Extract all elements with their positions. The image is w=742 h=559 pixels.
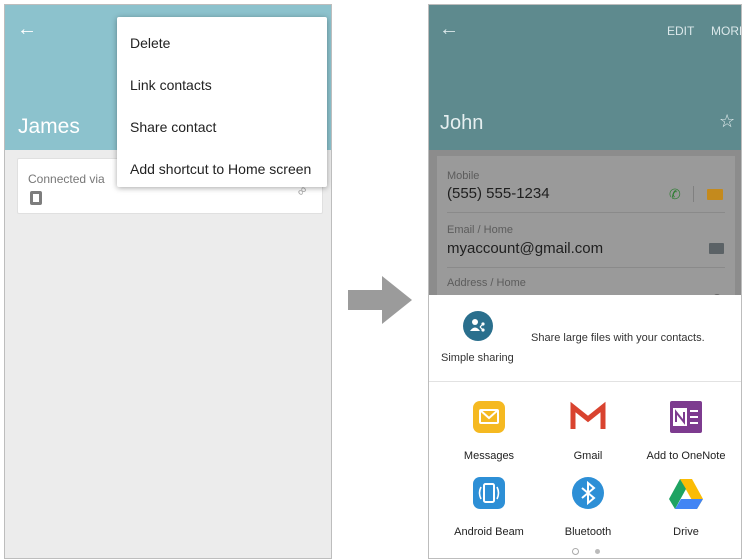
mobile-label: Mobile (447, 170, 480, 182)
app-label: Android Beam (454, 526, 524, 538)
menu-item-share-contact[interactable]: Share contact (117, 106, 327, 148)
app-label: Add to OneNote (646, 450, 726, 462)
page-dot-active[interactable] (572, 548, 579, 555)
app-label: Messages (463, 450, 515, 462)
android-beam-icon (473, 477, 505, 509)
arrow-left-icon[interactable]: ← (17, 19, 37, 39)
email-value[interactable]: myaccount@gmail.com (447, 240, 603, 257)
email-icon[interactable] (709, 243, 724, 254)
app-label: Drive (673, 526, 699, 538)
arrow-left-icon[interactable]: ← (439, 19, 459, 39)
menu-item-delete[interactable]: Delete (117, 22, 327, 64)
overflow-menu: Delete Link contacts Share contact Add s… (117, 17, 327, 187)
app-label: Bluetooth (564, 526, 612, 538)
contact-details-dimmed: Mobile (555) 555-1234 ✆ Email / Home mya… (429, 150, 741, 306)
mobile-value[interactable]: (555) 555-1234 (447, 185, 550, 202)
connected-via-label: Connected via (28, 172, 105, 186)
menu-item-add-shortcut[interactable]: Add shortcut to Home screen (117, 148, 327, 190)
right-phone-screen: ← EDIT MORE John ☆ Mobile (555) 555-1234… (428, 4, 742, 559)
icon-divider (693, 186, 694, 202)
share-target-messages[interactable]: Messages (439, 399, 539, 471)
edit-button[interactable]: EDIT (667, 24, 694, 38)
contact-details-card: Mobile (555) 555-1234 ✆ Email / Home mya… (437, 156, 735, 306)
share-target-drive[interactable]: Drive (636, 475, 736, 547)
more-button[interactable]: MORE (711, 24, 741, 38)
phone-device-icon (30, 191, 42, 205)
menu-item-link-contacts[interactable]: Link contacts (117, 64, 327, 106)
bluetooth-icon (572, 477, 604, 509)
divider (447, 267, 725, 268)
share-target-android-beam[interactable]: Android Beam (439, 475, 539, 547)
app-label: Gmail (573, 450, 603, 462)
onenote-icon (670, 401, 702, 433)
right-arrow-icon (348, 276, 412, 324)
share-target-gmail[interactable]: Gmail (538, 399, 638, 471)
left-phone-screen: ← James Connected via ∞ Delete Link cont… (4, 4, 332, 559)
email-label: Email / Home (447, 224, 514, 236)
divider (447, 212, 725, 213)
simple-sharing-icon[interactable] (463, 311, 493, 341)
contact-header: ← EDIT MORE John ☆ (429, 5, 741, 150)
page-dot[interactable] (595, 549, 600, 554)
phone-call-icon[interactable]: ✆ (669, 186, 681, 203)
share-sheet: Simple sharing Share large files with yo… (429, 295, 741, 558)
simple-sharing-label[interactable]: Simple sharing (441, 352, 514, 364)
share-target-onenote[interactable]: Add to OneNote (636, 399, 736, 471)
contact-name: James (18, 115, 80, 138)
contact-name: John (440, 112, 484, 134)
divider (429, 381, 741, 382)
drive-icon (669, 479, 703, 509)
simple-sharing-description: Share large files with your contacts. (531, 332, 705, 344)
share-target-bluetooth[interactable]: Bluetooth (538, 475, 638, 547)
share-people-icon (470, 319, 485, 332)
message-icon[interactable] (707, 189, 723, 200)
messages-icon (473, 401, 505, 433)
gmail-icon (570, 401, 606, 429)
star-outline-icon[interactable]: ☆ (719, 111, 735, 132)
page-indicator (572, 547, 612, 557)
address-label: Address / Home (447, 277, 526, 289)
